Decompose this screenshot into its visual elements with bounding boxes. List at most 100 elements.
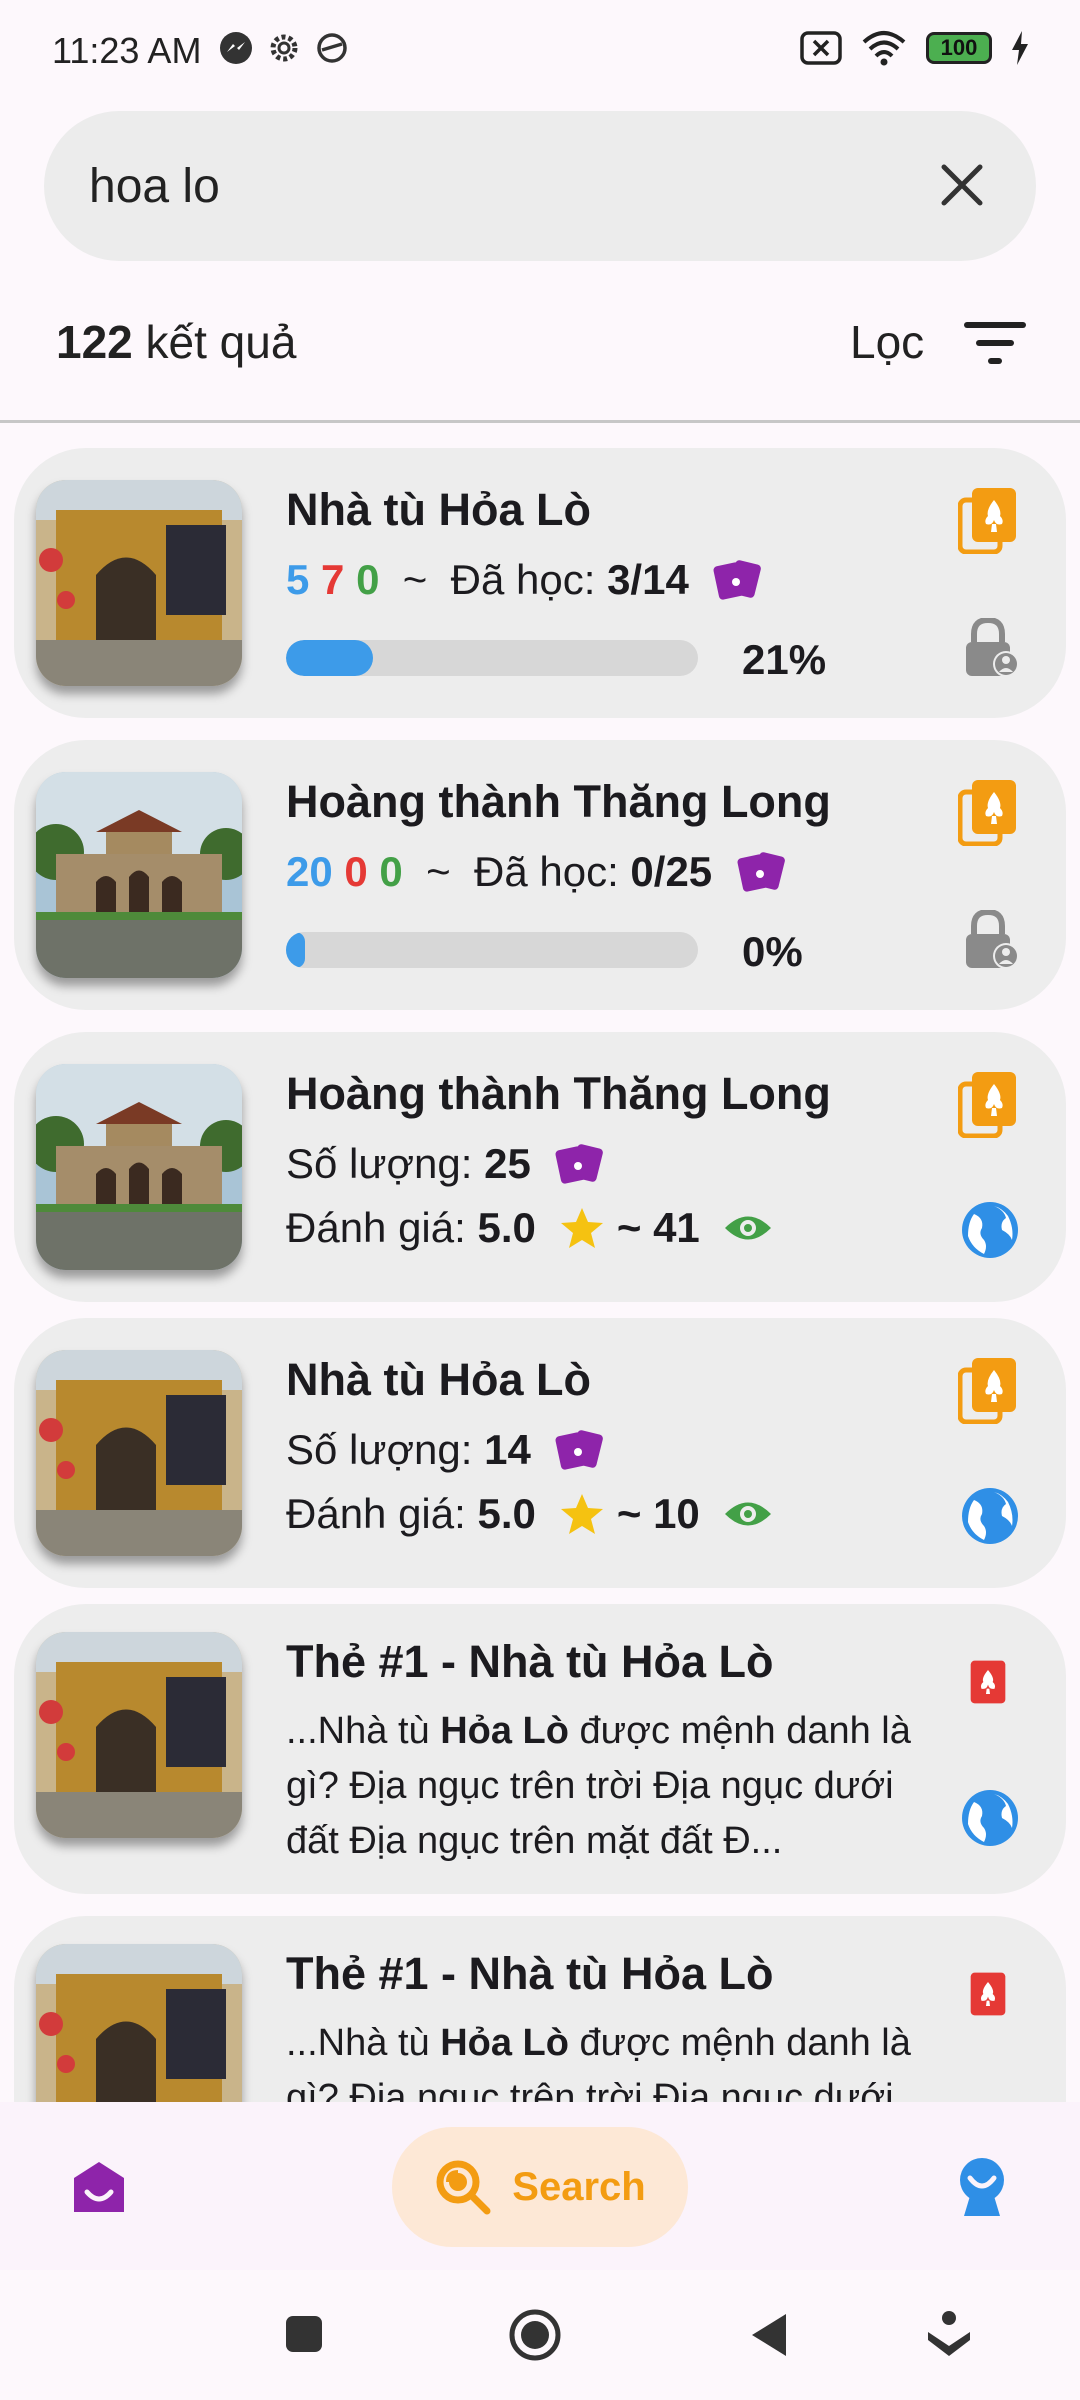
cards-icon — [713, 560, 762, 600]
star-icon — [561, 1208, 604, 1248]
snippet-highlight: Hỏa Lò — [440, 1710, 569, 1752]
wifi-icon — [862, 31, 906, 66]
snippet-pre: ...Nhà tù — [286, 2022, 441, 2064]
globe-icon[interactable] — [960, 1486, 1020, 1546]
filter-icon[interactable] — [962, 318, 1028, 368]
eye-icon — [725, 1216, 772, 1240]
profile-icon[interactable] — [954, 2156, 1010, 2218]
search-icon — [436, 2160, 491, 2215]
home-button[interactable] — [508, 2308, 562, 2362]
stat-right: 0 — [379, 848, 403, 895]
lock-user-icon[interactable] — [960, 618, 1020, 678]
progress-fill — [286, 932, 305, 968]
progress-bar — [286, 932, 698, 968]
card-icon[interactable] — [968, 1654, 1008, 1710]
stat-new: 5 — [286, 556, 310, 603]
status-notification-icons — [218, 30, 350, 66]
thumbnail-hoa-lo — [36, 480, 242, 686]
progress-fill — [286, 640, 373, 676]
battery-level: 100 — [940, 35, 978, 60]
result-card[interactable]: Nhà tù Hỏa Lò 5 7 0 ~ Đã học: 3/14 21% — [14, 448, 1066, 718]
result-count-suffix: kết quả — [145, 316, 297, 368]
card-rating: Đánh giá: 5.0 ~ 41 — [286, 1204, 773, 1252]
snippet-highlight: Hỏa Lò — [440, 2022, 569, 2064]
deck-icon[interactable] — [958, 1070, 1018, 1138]
learned-value: 3/14 — [607, 556, 689, 603]
assistant-button[interactable] — [924, 2310, 974, 2360]
lock-user-icon[interactable] — [960, 910, 1020, 970]
status-bar: 11:23 AM 100 — [0, 0, 1080, 100]
filter-button-label[interactable]: Lọc — [850, 315, 924, 369]
card-title: Nhà tù Hỏa Lò — [286, 1354, 591, 1405]
nav-search-label: Search — [512, 2164, 646, 2209]
card-title: Thẻ #1 - Nhà tù Hỏa Lò — [286, 1948, 774, 1999]
close-icon[interactable] — [934, 157, 990, 213]
learned-value: 0/25 — [630, 848, 713, 895]
nav-search-tab[interactable]: Search — [392, 2127, 688, 2247]
progress-percent: 0% — [742, 928, 803, 975]
stat-wrong: 7 — [321, 556, 345, 603]
card-rating: Đánh giá: 5.0 ~ 10 — [286, 1490, 773, 1538]
stat-tilde: ~ — [426, 848, 451, 895]
star-icon — [561, 1494, 604, 1534]
card-title: Hoàng thành Thăng Long — [286, 776, 831, 827]
results-list[interactable]: Nhà tù Hỏa Lò 5 7 0 ~ Đã học: 3/14 21% H… — [0, 440, 1080, 2102]
cards-icon — [737, 852, 785, 892]
result-card[interactable]: Hoàng thành Thăng Long 20 0 0 ~ Đã học: … — [14, 740, 1066, 1010]
cards-icon — [555, 1144, 604, 1184]
gear-icon — [270, 34, 298, 62]
thumbnail-thang-long — [36, 1064, 242, 1270]
status-system-icons: 100 — [800, 30, 1030, 66]
view-count: ~ 41 — [616, 1204, 700, 1251]
charging-icon — [1012, 31, 1028, 65]
stat-tilde: ~ — [402, 556, 428, 603]
quantity-value: 14 — [484, 1426, 531, 1473]
learned-label: Đã học: — [474, 848, 619, 895]
result-count: 122 kết quả — [56, 315, 296, 369]
rating-label: Đánh giá: — [286, 1490, 466, 1537]
deck-icon[interactable] — [958, 778, 1018, 846]
card-stats: 20 0 0 ~ Đã học: 0/25 — [286, 848, 786, 896]
back-button[interactable] — [748, 2312, 790, 2358]
rating-value: 5.0 — [477, 1204, 536, 1251]
search-bar[interactable]: hoa lo — [44, 111, 1036, 261]
home-icon[interactable] — [72, 2160, 126, 2214]
learned-label: Đã học: — [450, 556, 596, 603]
battery-icon: 100 — [926, 32, 992, 64]
rating-label: Đánh giá: — [286, 1204, 466, 1251]
status-time: 11:23 AM — [52, 30, 202, 71]
progress-percent: 21% — [742, 636, 827, 683]
system-navigation-bar — [0, 2270, 1080, 2400]
globe-icon[interactable] — [960, 1788, 1020, 1848]
card-quantity: Số lượng: 25 — [286, 1140, 604, 1188]
deck-icon[interactable] — [958, 1356, 1018, 1424]
eye-icon — [725, 1502, 772, 1526]
snippet-pre: ...Nhà tù — [286, 1710, 441, 1752]
deck-icon[interactable] — [958, 486, 1018, 554]
sync-icon — [317, 33, 347, 63]
thumbnail-hoa-lo — [36, 1350, 242, 1556]
search-input[interactable]: hoa lo — [89, 159, 220, 214]
card-snippet: ...Nhà tù Hỏa Lò được mệnh danh là gì? Đ… — [286, 2016, 926, 2102]
stat-right: 0 — [356, 556, 380, 603]
quantity-label: Số lượng: — [286, 1140, 473, 1187]
stat-wrong: 0 — [344, 848, 368, 895]
result-card[interactable]: Hoàng thành Thăng Long Số lượng: 25 Đánh… — [14, 1032, 1066, 1302]
globe-icon[interactable] — [960, 1200, 1020, 1260]
stat-new: 20 — [286, 848, 333, 895]
card-snippet: ...Nhà tù Hỏa Lò được mệnh danh là gì? Đ… — [286, 1704, 926, 1869]
bottom-navigation: Search — [0, 2102, 1080, 2270]
result-card[interactable]: Thẻ #1 - Nhà tù Hỏa Lò ...Nhà tù Hỏa Lò … — [14, 1604, 1066, 1894]
card-icon[interactable] — [968, 1966, 1008, 2022]
recents-button[interactable] — [284, 2314, 324, 2354]
card-stats: 5 7 0 ~ Đã học: 3/14 — [286, 556, 762, 604]
thumbnail-hoa-lo — [36, 1632, 242, 1838]
result-card[interactable]: Thẻ #1 - Nhà tù Hỏa Lò ...Nhà tù Hỏa Lò … — [14, 1916, 1066, 2102]
result-card[interactable]: Nhà tù Hỏa Lò Số lượng: 14 Đánh giá: 5.0… — [14, 1318, 1066, 1588]
thumbnail-hoa-lo — [36, 1944, 242, 2102]
cards-icon — [555, 1430, 604, 1470]
card-title: Nhà tù Hỏa Lò — [286, 484, 591, 535]
quantity-value: 25 — [484, 1140, 531, 1187]
result-count-number: 122 — [56, 316, 133, 368]
rating-value: 5.0 — [477, 1490, 536, 1537]
